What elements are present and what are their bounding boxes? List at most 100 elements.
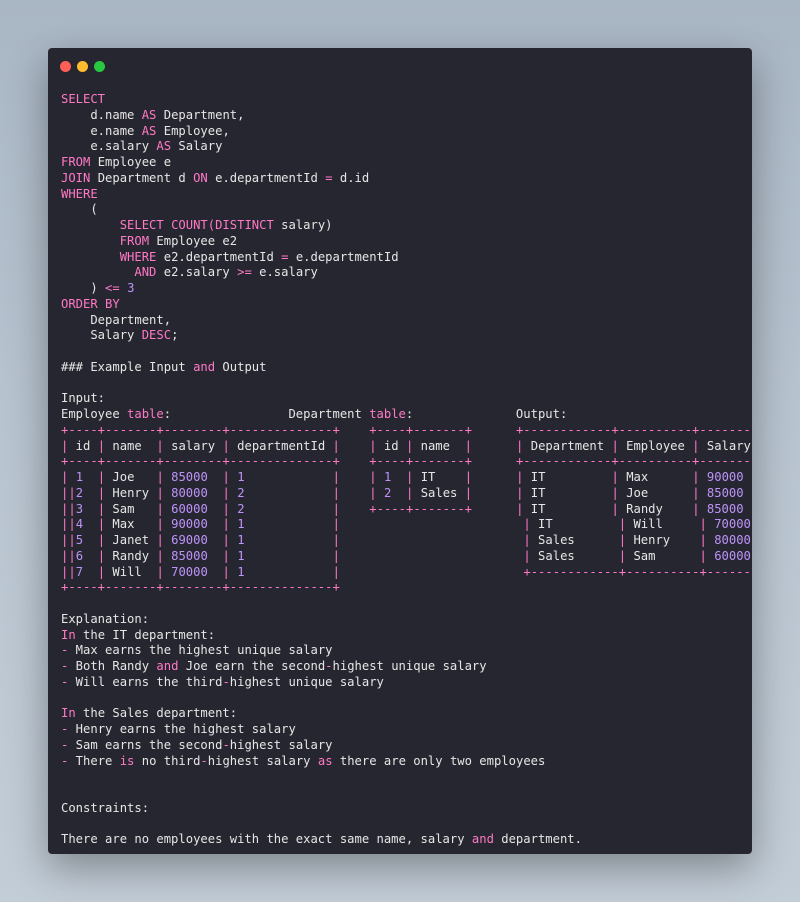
border-token: | [222, 470, 230, 484]
text-token: Employee [61, 407, 128, 421]
border-token: | [156, 548, 164, 563]
text-token: There [68, 753, 120, 768]
keyword-token: and [193, 359, 216, 374]
text-token: Sam earns the second [68, 737, 223, 752]
text-token: Salary [706, 438, 751, 453]
text-token: Joe [105, 470, 157, 484]
text-token: Both Randy [68, 659, 157, 673]
text-token: Joe earn the second [178, 659, 326, 673]
text-token: Sam [626, 548, 700, 563]
text-token: Constraints: [61, 800, 150, 815]
border-token: | [523, 548, 531, 563]
text-token: IT [530, 517, 619, 532]
code-line: ||3 | Sam | 60000 | 2 | +----+-------+ |… [61, 502, 752, 518]
keyword-token: SELECT [61, 92, 106, 106]
code-window: SELECT d.name AS Department, e.name AS E… [48, 48, 752, 854]
code-line: - Henry earns the highest salary [61, 722, 752, 738]
text-token: IT [523, 470, 612, 484]
border-token: | [156, 564, 164, 579]
text-token: e2.departmentId [156, 249, 282, 264]
text-token: highest unique salary [229, 674, 384, 689]
border-token: | [222, 438, 230, 453]
code-line: In the IT department: [61, 628, 752, 644]
number-token: 85000 [706, 501, 744, 516]
text-token: Employee e2 [149, 233, 238, 248]
number-token: 2 [237, 485, 245, 500]
code-line: In the Sales department: [61, 706, 752, 722]
text-token: Will [626, 517, 700, 532]
border-token: +----+-------+--------+--------------+ [61, 454, 340, 469]
border-token: | [332, 485, 340, 500]
text-token: Randy [105, 548, 157, 563]
number-token: 2 [237, 501, 245, 516]
border-token: | [332, 548, 340, 563]
text-token: highest unique salary [332, 659, 487, 673]
code-line: AND e2.salary >= e.salary [61, 265, 752, 281]
border-token: | [156, 438, 164, 453]
maximize-icon[interactable] [94, 61, 105, 72]
text-token: highest salary [229, 737, 333, 752]
border-token: | [332, 517, 340, 532]
number-token: 60000 [714, 548, 751, 563]
code-line: | id | name | salary | departmentId | | … [61, 439, 752, 455]
code-line: ||5 | Janet | 69000 | 1 | | Sales | Henr… [61, 533, 752, 549]
window-controls [60, 61, 105, 72]
border-token: | [369, 485, 377, 500]
text-token: department. [493, 832, 582, 847]
code-line: Salary DESC; [61, 328, 752, 344]
text-token: e2.salary [156, 265, 238, 280]
code-block: SELECT d.name AS Department, e.name AS E… [61, 92, 752, 848]
border-token: | [332, 564, 340, 579]
number-token: 1 [237, 564, 245, 579]
border-token: | [464, 438, 473, 453]
code-line: ||6 | Randy | 85000 | 1 | | Sales | Sam … [61, 549, 752, 565]
keyword-token: is [119, 753, 135, 768]
border-token: | [332, 501, 340, 516]
border-token: +------------+----------+--------+ [515, 454, 752, 469]
code-line: - Sam earns the second-highest salary [61, 738, 752, 754]
minimize-icon[interactable] [77, 61, 88, 72]
border-token: | [699, 533, 707, 547]
text-token: the Sales department: [75, 706, 238, 721]
code-line: SELECT [61, 92, 752, 108]
text-token: the IT department: [75, 627, 216, 642]
code-line: d.name AS Department, [61, 108, 752, 124]
keyword-token: JOIN [61, 170, 91, 185]
border-token: | [369, 438, 377, 453]
border-token: | [611, 501, 619, 516]
border-token: | [97, 533, 106, 547]
code-line: Employee table: Department table: Output… [61, 407, 752, 423]
code-line: ||2 | Henry | 80000 | 2 | | 2 | Sales | … [61, 486, 752, 502]
text-token: e.departmentId [288, 249, 399, 264]
text-token: IT [413, 470, 465, 484]
text-token: e.name [61, 123, 142, 138]
keyword-token: WHERE [61, 186, 98, 201]
close-icon[interactable] [60, 61, 71, 72]
border-token: | [523, 533, 531, 547]
keyword-token: WHERE [119, 249, 157, 264]
text-token: Employee, [156, 123, 230, 138]
border-token: +------------+----------+-------- [523, 564, 752, 579]
code-line: There are no employees with the exact sa… [61, 832, 752, 848]
border-token: | [156, 517, 164, 532]
border-token: | [97, 548, 106, 563]
keyword-token: - [222, 737, 230, 752]
keyword-token: FROM [119, 233, 150, 248]
